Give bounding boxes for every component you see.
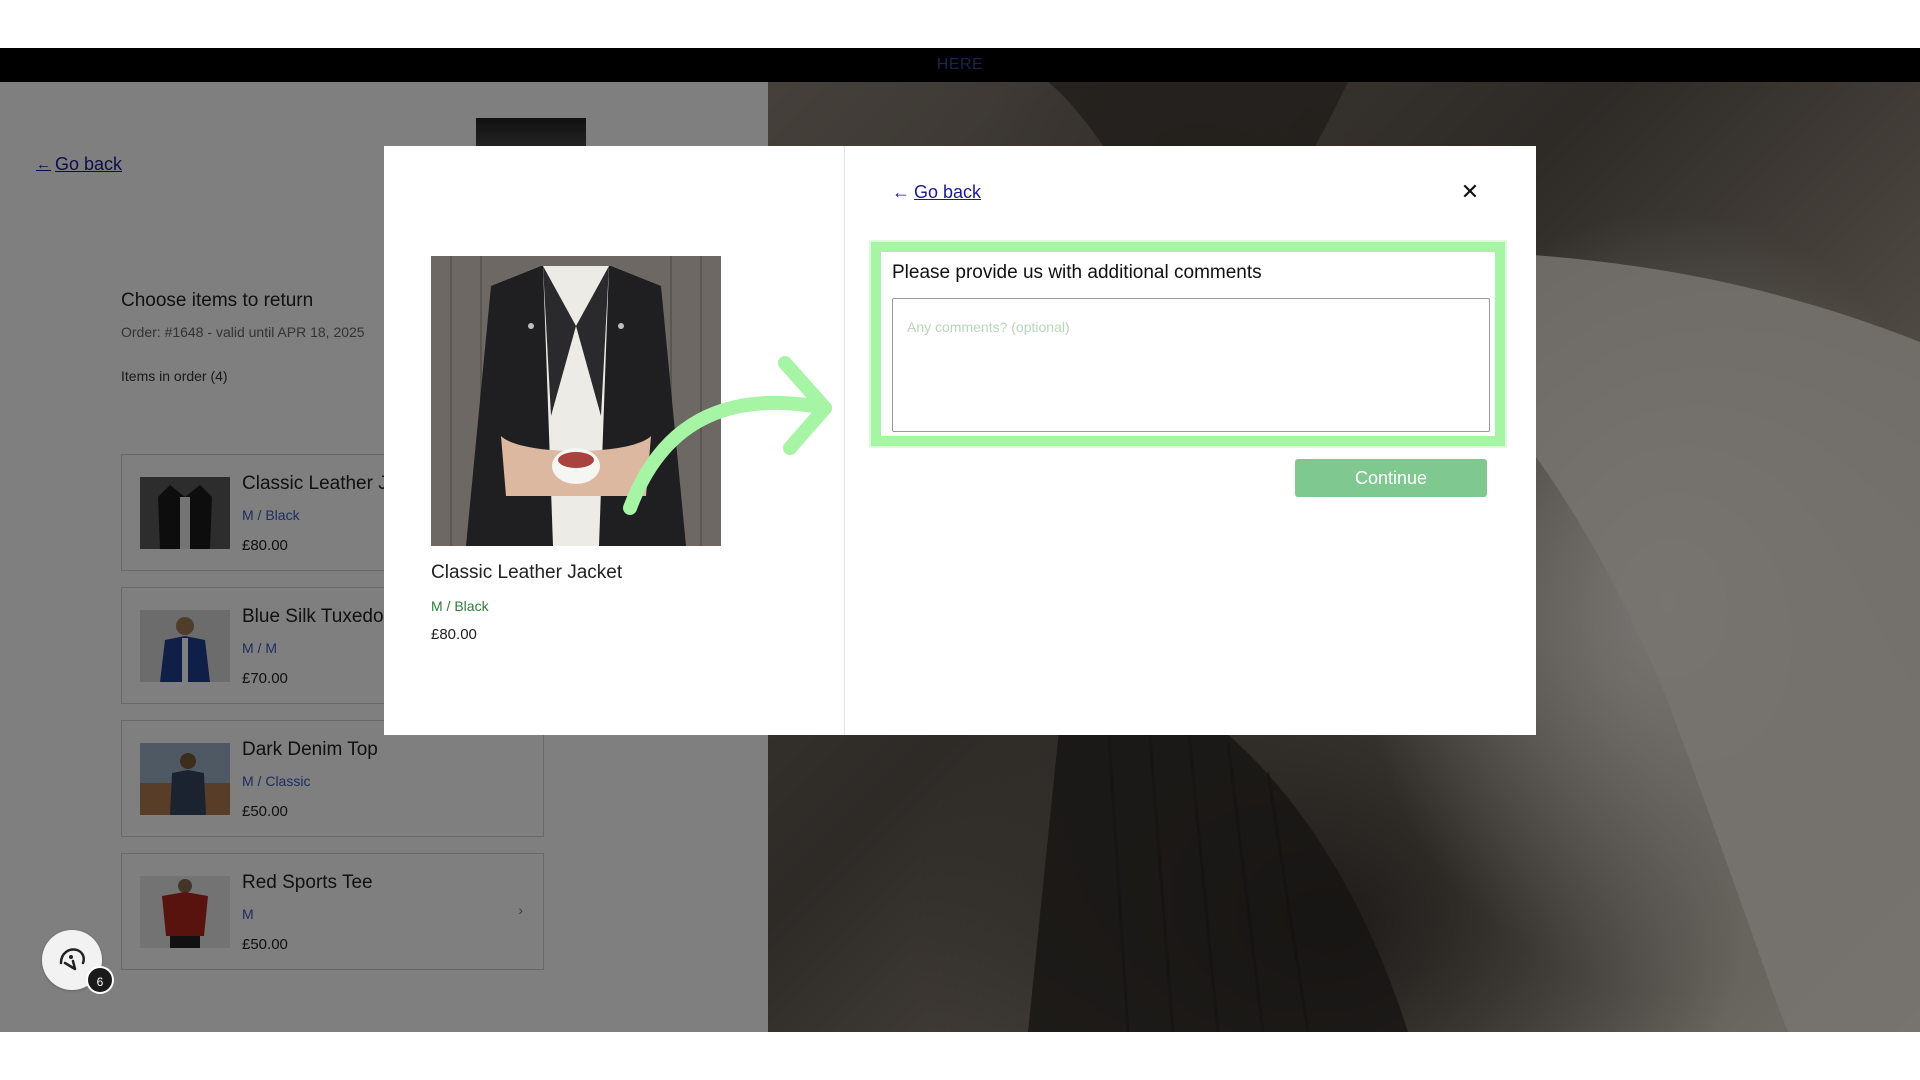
comments-textarea[interactable] — [892, 298, 1490, 432]
chat-support-icon — [59, 948, 85, 971]
guide-arrow-icon — [623, 356, 832, 515]
notification-badge: 6 — [86, 966, 114, 994]
modal-go-back-link[interactable]: ← Go back — [892, 182, 981, 203]
continue-button[interactable]: Continue — [1295, 459, 1487, 497]
comments-label: Please provide us with additional commen… — [892, 262, 1262, 283]
modal-product-name: Classic Leather Jacket — [431, 562, 623, 583]
app-frame: HERE ← Go back Choose items to return Or… — [0, 48, 1920, 1032]
modal-product-variant: M / Black — [431, 598, 489, 614]
comments-section: Please provide us with additional commen… — [892, 262, 1490, 437]
return-reason-modal: Classic Leather Jacket M / Black £80.00 … — [384, 146, 1536, 735]
close-icon[interactable]: ✕ — [1458, 180, 1482, 204]
modal-product-price: £80.00 — [431, 626, 477, 643]
modal-form-panel: ← Go back ✕ Please provide us with addit… — [845, 146, 1536, 735]
arrow-left-icon: ← — [892, 182, 910, 202]
modal-go-back-label: Go back — [914, 182, 982, 202]
